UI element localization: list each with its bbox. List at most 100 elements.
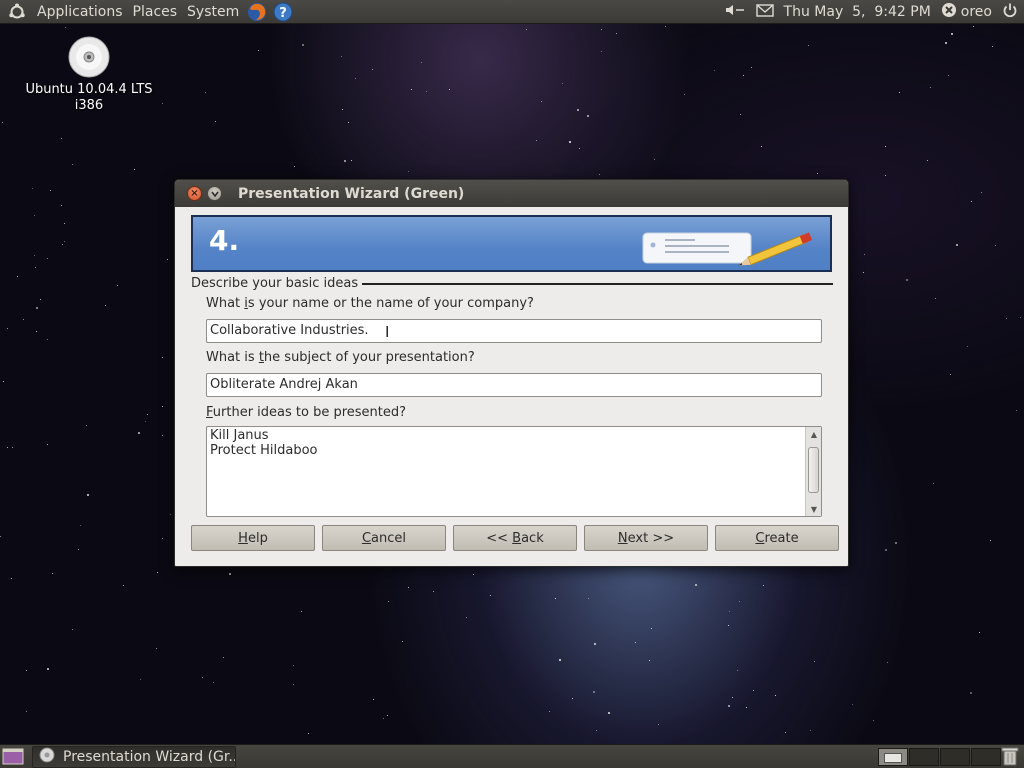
svg-text:?: ? [279, 6, 287, 21]
clock[interactable]: Thu May 5, 9:42 PM [784, 4, 931, 20]
star [572, 698, 573, 699]
close-icon[interactable]: × [187, 186, 202, 201]
user-status-icon[interactable] [941, 2, 957, 22]
star [906, 279, 908, 281]
scroll-down-icon[interactable]: ▼ [806, 502, 822, 516]
create-button[interactable]: Create [715, 525, 839, 551]
star [588, 598, 589, 599]
company-name-input[interactable]: Collaborative Industries. I [206, 319, 822, 343]
minimize-icon[interactable] [207, 186, 222, 201]
star [170, 514, 171, 515]
star [12, 447, 13, 448]
presentation-wizard-window: × Presentation Wizard (Green) 4. Describ… [174, 179, 849, 567]
star [156, 648, 157, 649]
menu-places[interactable]: Places [128, 0, 183, 24]
star [873, 720, 874, 721]
star [344, 160, 346, 162]
star [473, 574, 474, 575]
star [746, 707, 747, 708]
star [162, 538, 163, 539]
menu-system[interactable]: System [182, 0, 244, 24]
star [433, 591, 434, 592]
show-desktop-icon[interactable] [2, 747, 24, 766]
power-icon[interactable] [1002, 2, 1018, 22]
star [587, 115, 589, 117]
presentation-subject-input[interactable]: Obliterate Andrej Akan [206, 373, 822, 397]
star [549, 711, 550, 712]
section-divider [355, 283, 833, 285]
further-ideas-textarea[interactable]: Kill Janus Protect Hildaboo ▲ ▼ [206, 426, 822, 517]
workspace-4[interactable] [971, 748, 1001, 766]
star [162, 103, 163, 104]
star [810, 730, 811, 731]
star [899, 92, 900, 93]
star [930, 87, 931, 88]
star [579, 148, 580, 149]
mail-icon[interactable] [755, 3, 774, 21]
star [449, 89, 450, 90]
trash-icon[interactable] [1000, 746, 1020, 767]
star [36, 307, 38, 309]
star [388, 601, 389, 602]
star [971, 201, 972, 202]
star [421, 62, 422, 63]
star [728, 705, 730, 707]
ideas-scrollbar[interactable]: ▲ ▼ [805, 427, 821, 516]
star [105, 305, 106, 306]
volume-icon[interactable] [724, 3, 746, 21]
star [740, 114, 741, 115]
workspace-3[interactable] [940, 748, 970, 766]
star [341, 56, 342, 57]
star [408, 587, 409, 588]
star [72, 164, 73, 165]
username[interactable]: oreo [961, 4, 992, 20]
workspace-1[interactable] [878, 748, 908, 766]
star [714, 70, 715, 71]
star [594, 643, 596, 645]
star [728, 625, 729, 626]
star [951, 33, 953, 35]
star [167, 259, 168, 260]
ubuntu-logo-icon[interactable] [6, 1, 28, 23]
scroll-up-icon[interactable]: ▲ [806, 427, 822, 441]
star [729, 611, 730, 612]
help-button[interactable]: Help [191, 525, 315, 551]
star [355, 78, 356, 79]
star [294, 166, 295, 167]
star [36, 331, 37, 332]
step-number: 4. [209, 224, 240, 257]
top-panel: Applications Places System ? Thu May 5, … [0, 0, 1024, 24]
star [202, 677, 203, 678]
star [34, 255, 35, 256]
menu-applications[interactable]: Applications [32, 0, 128, 24]
help-icon[interactable]: ? [272, 1, 294, 23]
text-cursor-icon: I [385, 323, 390, 341]
star [956, 244, 958, 246]
cancel-button[interactable]: Cancel [322, 525, 446, 551]
window-title: Presentation Wizard (Green) [238, 185, 465, 202]
firefox-icon[interactable] [246, 1, 268, 23]
star [47, 668, 49, 670]
star [635, 642, 636, 643]
next-button[interactable]: Next >> [584, 525, 708, 551]
star [78, 549, 79, 550]
desktop-icon-label-line2: i386 [74, 98, 104, 113]
star [293, 684, 294, 685]
back-button[interactable]: << Back [453, 525, 577, 551]
star [814, 661, 815, 662]
star [808, 45, 809, 46]
star [577, 109, 579, 111]
star [945, 42, 947, 44]
star [373, 699, 374, 700]
star [887, 662, 888, 663]
workspace-2[interactable] [909, 748, 939, 766]
star [47, 444, 48, 445]
star [87, 494, 89, 496]
star [3, 381, 4, 382]
scroll-thumb[interactable] [808, 447, 819, 493]
star [50, 190, 51, 191]
star [559, 659, 561, 661]
taskbar-item-presentation-wizard[interactable]: Presentation Wizard (Gr... [32, 746, 236, 768]
window-titlebar[interactable]: × Presentation Wizard (Green) [175, 180, 848, 207]
desktop-icon-ubuntu-cd[interactable]: Ubuntu 10.04.4 LTS i386 [18, 36, 160, 114]
